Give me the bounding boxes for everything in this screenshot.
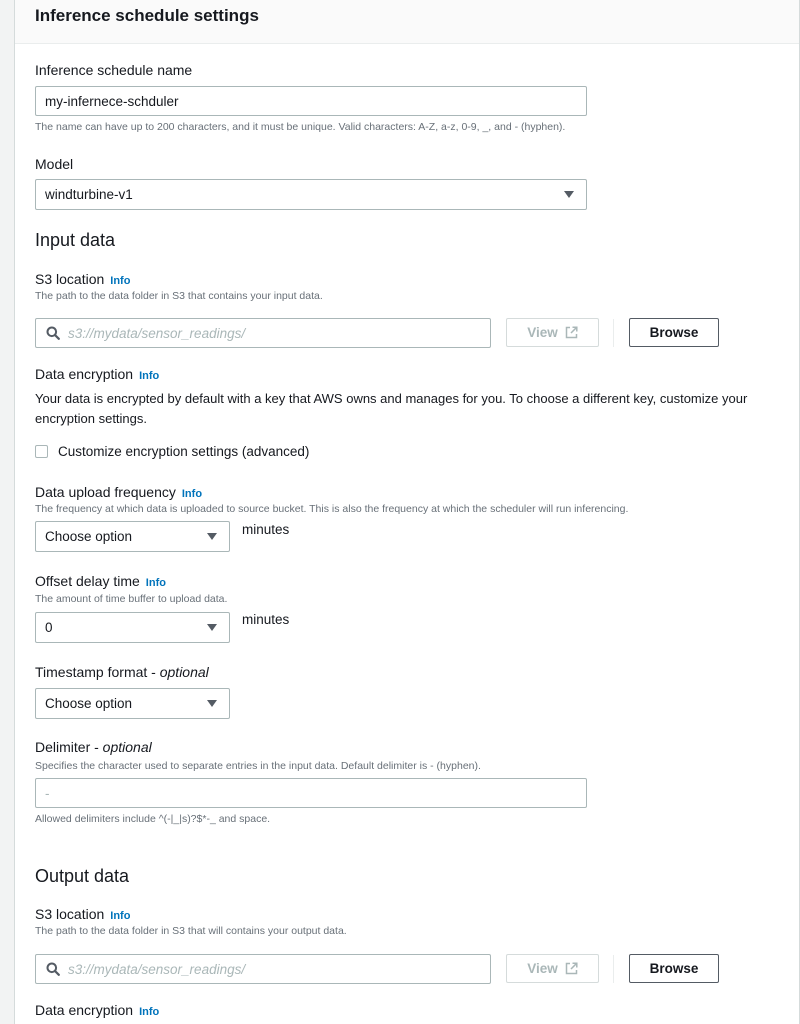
button-divider <box>613 319 614 347</box>
input-s3-location-label: S3 location Info <box>35 271 130 287</box>
offset-delay-selected: 0 <box>45 620 53 635</box>
offset-delay-select[interactable]: 0 <box>35 612 230 643</box>
output-s3-label-text: S3 location <box>35 906 105 922</box>
input-encryption-info-link[interactable]: Info <box>139 370 159 382</box>
delimiter-placeholder: - <box>45 785 50 801</box>
output-s3-location-label: S3 location Info <box>35 906 130 922</box>
output-s3-info-link[interactable]: Info <box>110 910 130 922</box>
upload-frequency-select[interactable]: Choose option <box>35 521 230 552</box>
output-s3-placeholder: s3://mydata/sensor_readings/ <box>68 961 246 977</box>
customize-encryption-checkbox-row[interactable]: Customize encryption settings (advanced) <box>35 444 309 459</box>
output-encryption-label: Data encryption Info <box>35 1002 159 1018</box>
upload-frequency-selected: Choose option <box>45 529 133 544</box>
schedule-name-value: my-infernece-schduler <box>45 93 179 109</box>
output-s3-browse-button[interactable]: Browse <box>629 954 719 983</box>
offset-delay-label-text: Offset delay time <box>35 573 140 589</box>
upload-frequency-label-text: Data upload frequency <box>35 484 176 500</box>
customize-encryption-checkbox[interactable] <box>35 445 48 458</box>
delimiter-hint: Allowed delimiters include ^(-|_|s)?$*-_… <box>35 813 271 825</box>
output-s3-search-input[interactable]: s3://mydata/sensor_readings/ <box>35 954 491 984</box>
input-data-heading: Input data <box>35 230 116 250</box>
offset-delay-description: The amount of time buffer to upload data… <box>35 593 228 605</box>
delimiter-label-text: Delimiter - <box>35 739 103 755</box>
schedule-name-label: Inference schedule name <box>35 62 193 78</box>
caret-down-icon <box>564 191 574 198</box>
caret-down-icon <box>207 533 217 540</box>
timestamp-format-select[interactable]: Choose option <box>35 688 230 719</box>
panel-title: Inference schedule settings <box>35 6 259 25</box>
timestamp-format-label-text: Timestamp format - <box>35 664 160 680</box>
input-encryption-text: Your data is encrypted by default with a… <box>35 391 748 426</box>
output-s3-description: The path to the data folder in S3 that w… <box>35 925 347 937</box>
model-selected-value: windturbine-v1 <box>45 187 133 202</box>
input-s3-search-input[interactable]: s3://mydata/sensor_readings/ <box>35 318 491 348</box>
model-select[interactable]: windturbine-v1 <box>35 179 587 210</box>
browse-button-label: Browse <box>649 961 699 976</box>
offset-delay-unit: minutes <box>242 612 290 627</box>
external-link-icon <box>565 326 578 339</box>
input-s3-view-button[interactable]: View <box>506 318 599 347</box>
browse-button-label: Browse <box>649 325 699 340</box>
input-encryption-label-text: Data encryption <box>35 366 134 382</box>
output-encryption-label-text: Data encryption <box>35 1002 134 1018</box>
schedule-name-hint: The name can have up to 200 characters, … <box>35 121 566 133</box>
timestamp-format-label: Timestamp format - optional <box>35 664 209 680</box>
timestamp-format-optional: optional <box>159 664 209 680</box>
output-s3-view-button[interactable]: View <box>506 954 599 983</box>
model-label: Model <box>35 156 74 172</box>
upload-frequency-label: Data upload frequency Info <box>35 484 202 500</box>
schedule-name-input[interactable]: my-infernece-schduler <box>35 86 587 116</box>
input-s3-info-link[interactable]: Info <box>110 275 130 287</box>
input-encryption-label: Data encryption Info <box>35 366 159 382</box>
customize-encryption-label: Customize encryption settings (advanced) <box>58 444 310 459</box>
caret-down-icon <box>207 624 217 631</box>
delimiter-input[interactable]: - <box>35 778 587 808</box>
upload-frequency-info-link[interactable]: Info <box>182 488 202 500</box>
search-icon <box>46 962 60 976</box>
external-link-icon <box>565 962 578 975</box>
input-s3-placeholder: s3://mydata/sensor_readings/ <box>68 325 246 341</box>
output-data-heading: Output data <box>35 866 130 886</box>
timestamp-format-selected: Choose option <box>45 696 133 711</box>
offset-delay-label: Offset delay time Info <box>35 573 166 589</box>
button-divider <box>613 955 614 983</box>
input-s3-browse-button[interactable]: Browse <box>629 318 719 347</box>
delimiter-label: Delimiter - optional <box>35 739 152 755</box>
caret-down-icon <box>207 700 217 707</box>
panel-header: Inference schedule settings <box>15 0 799 44</box>
delimiter-optional: optional <box>102 739 152 755</box>
search-icon <box>46 326 60 340</box>
upload-frequency-description: The frequency at which data is uploaded … <box>35 503 629 515</box>
upload-frequency-unit: minutes <box>242 522 290 537</box>
offset-delay-info-link[interactable]: Info <box>146 577 166 589</box>
output-encryption-info-link[interactable]: Info <box>139 1006 159 1018</box>
inference-schedule-settings-panel: Inference schedule settings Inference sc… <box>14 0 800 1024</box>
input-s3-label-text: S3 location <box>35 271 105 287</box>
input-s3-description: The path to the data folder in S3 that c… <box>35 290 323 302</box>
delimiter-description: Specifies the character used to separate… <box>35 760 481 772</box>
view-button-label: View <box>527 961 558 976</box>
view-button-label: View <box>527 325 558 340</box>
